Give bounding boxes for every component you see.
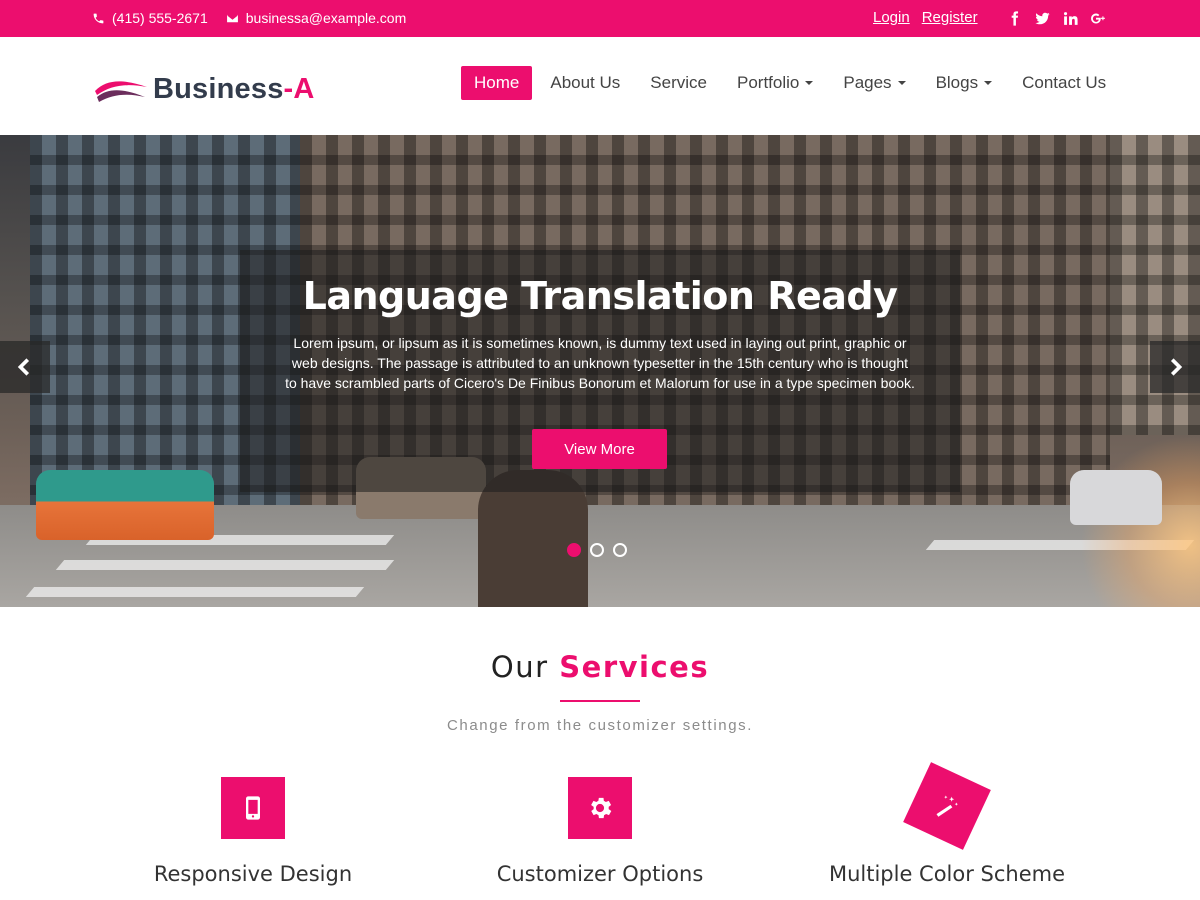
crosswalk-stripe: [55, 560, 395, 570]
nav-contact-us-label: Contact Us: [1022, 73, 1107, 92]
services-heading-plain: Our: [490, 650, 549, 684]
nav-pages-label: Pages: [843, 73, 892, 92]
logo-text-main: Business: [153, 73, 284, 105]
taxi-car: [36, 470, 214, 540]
service-icon-box: [568, 777, 632, 839]
services-heading-accent: Services: [559, 650, 710, 684]
service-card-customizer: Customizer Options: [420, 777, 780, 886]
logo-text-accent: -A: [283, 73, 315, 105]
contact-info: (415) 555-2671 businessa@example.com: [92, 10, 424, 26]
slide-indicator-3[interactable]: [613, 543, 627, 557]
site-header: Business-A Home About Us Service Portfol…: [0, 37, 1200, 135]
nav-blogs-label: Blogs: [935, 73, 979, 92]
google-plus-icon[interactable]: [1087, 7, 1109, 29]
chevron-left-icon: [17, 358, 30, 376]
service-title: Responsive Design: [153, 862, 353, 886]
login-link[interactable]: Login: [873, 9, 910, 26]
service-card-color-scheme: Multiple Color Scheme: [767, 762, 1127, 886]
heading-divider: [560, 700, 640, 702]
facebook-icon[interactable]: [1003, 7, 1025, 29]
caret-down-icon: [805, 81, 814, 85]
white-car: [1070, 470, 1162, 525]
slider-next-button[interactable]: [1150, 341, 1200, 393]
nav-home[interactable]: Home: [461, 66, 533, 100]
service-title: Customizer Options: [496, 862, 704, 886]
caret-down-icon: [897, 81, 906, 85]
service-title: Multiple Color Scheme: [828, 862, 1066, 886]
gear-icon: [591, 797, 612, 819]
magic-wand-icon: [936, 795, 958, 817]
hero-slider: Language Translation Ready Lorem ipsum, …: [0, 135, 1200, 607]
nav-service[interactable]: Service: [636, 66, 721, 100]
service-icon-box: [221, 777, 285, 839]
hero-text: Lorem ipsum, or lipsum as it is sometime…: [285, 335, 915, 391]
email-address: businessa@example.com: [245, 10, 407, 26]
email-info: businessa@example.com: [226, 10, 407, 26]
hero-title: Language Translation Ready: [302, 274, 898, 318]
auth-links: Login Register: [873, 9, 990, 26]
services-subtitle: Change from the customizer settings.: [446, 717, 754, 734]
nav-about-us[interactable]: About Us: [536, 66, 634, 100]
slide-indicator-2[interactable]: [590, 543, 604, 557]
nav-blogs[interactable]: Blogs: [922, 66, 1007, 100]
linkedin-icon[interactable]: [1059, 7, 1081, 29]
services-heading: Our Services: [0, 650, 1200, 684]
logo-text: Business-A: [153, 73, 315, 106]
twitter-icon[interactable]: [1031, 7, 1053, 29]
logo-swoosh-icon: [95, 80, 147, 102]
nav-home-label: Home: [474, 73, 520, 92]
slider-prev-button[interactable]: [0, 341, 50, 393]
social-links: [1003, 7, 1115, 29]
nav-service-label: Service: [650, 73, 707, 92]
caret-down-icon: [984, 81, 993, 85]
nav-portfolio-label: Portfolio: [736, 73, 800, 92]
chevron-right-icon: [1170, 358, 1183, 376]
slide-indicator-1[interactable]: [567, 543, 581, 557]
service-icon-box: [903, 762, 991, 850]
phone-info: (415) 555-2671: [92, 10, 208, 26]
nav-portfolio[interactable]: Portfolio: [723, 66, 827, 100]
envelope-icon: [226, 14, 238, 22]
service-card-responsive: Responsive Design: [73, 777, 433, 886]
site-logo[interactable]: Business-A: [93, 73, 315, 106]
phone-icon: [93, 13, 104, 23]
nav-contact-us[interactable]: Contact Us: [1008, 66, 1120, 100]
crosswalk-stripe: [25, 587, 365, 597]
mobile-icon: [246, 796, 260, 820]
phone-number: (415) 555-2671: [112, 10, 208, 26]
register-link[interactable]: Register: [922, 9, 978, 26]
main-nav: Home About Us Service Portfolio Pages Bl…: [461, 66, 1122, 100]
nav-pages[interactable]: Pages: [829, 66, 919, 100]
slider-indicators: [567, 543, 636, 557]
view-more-button[interactable]: View More: [532, 429, 667, 469]
top-bar: (415) 555-2671 businessa@example.com Log…: [0, 0, 1200, 37]
nav-about-us-label: About Us: [550, 73, 621, 92]
